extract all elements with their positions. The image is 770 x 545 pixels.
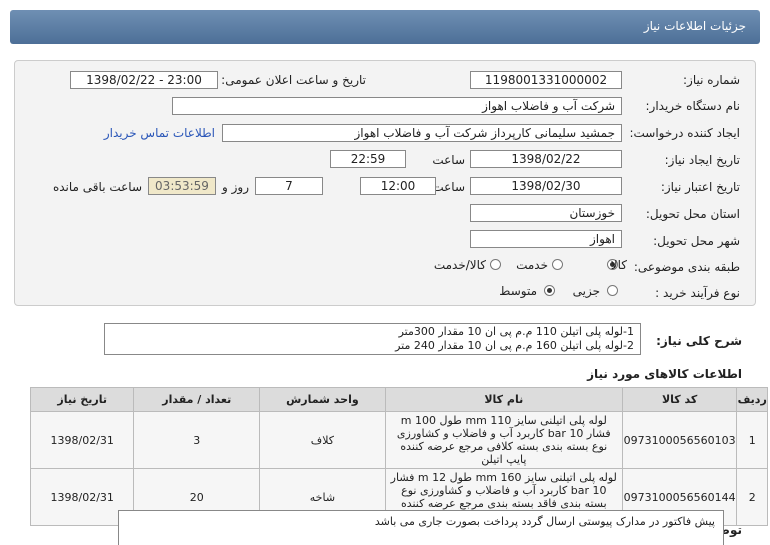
cell-date: 1398/02/31 bbox=[29, 411, 135, 469]
col-row: ردیف bbox=[736, 387, 768, 412]
col-date: تاریخ نیاز bbox=[29, 387, 135, 412]
cell-code: 0973100056560103 bbox=[621, 411, 738, 469]
need-number-field[interactable]: 1198001331000002 bbox=[470, 71, 622, 89]
category-service-radio[interactable] bbox=[552, 259, 563, 270]
announce-label: تاریخ و ساعت اعلان عمومی: bbox=[221, 73, 366, 87]
process-partial-radio[interactable] bbox=[607, 285, 618, 296]
province-field[interactable]: خوزستان bbox=[470, 204, 622, 222]
validity-date-label: تاریخ اعتبار نیاز: bbox=[660, 180, 740, 194]
days-label: روز و bbox=[222, 180, 249, 194]
created-date-field[interactable]: 1398/02/22 bbox=[470, 150, 622, 168]
requester-field[interactable]: جمشید سلیمانی کارپرداز شرکت آب و فاضلاب … bbox=[222, 124, 622, 142]
announce-field[interactable]: 1398/02/22 - 23:00 bbox=[70, 71, 218, 89]
requester-label: ایجاد کننده درخواست: bbox=[629, 126, 740, 140]
col-qty: تعداد / مقدار bbox=[133, 387, 261, 412]
city-label: شهر محل تحویل: bbox=[653, 234, 740, 248]
cell-unit: کلاف bbox=[259, 411, 386, 469]
goods-section-title: اطلاعات کالاهای مورد نیاز bbox=[587, 367, 742, 381]
category-goods-label: کالا bbox=[610, 258, 627, 272]
cell-name: لوله پلی اتیلنی سایز 110 mm طول 100 m فش… bbox=[384, 411, 623, 469]
created-time-field[interactable]: 22:59 bbox=[330, 150, 406, 168]
category-label: طبقه بندی موضوعی: bbox=[633, 260, 740, 274]
buyer-org-field[interactable]: شرکت آب و فاضلاب اهواز bbox=[172, 97, 622, 115]
process-medium-radio[interactable] bbox=[544, 285, 555, 296]
buyer-notes-text: پیش فاکتور در مدارک پیوستی ارسال گردد پر… bbox=[374, 515, 715, 528]
table-row[interactable]: 1 0973100056560103 لوله پلی اتیلنی سایز … bbox=[29, 411, 768, 469]
buyer-notes-field: پیش فاکتور در مدارک پیوستی ارسال گردد پر… bbox=[118, 510, 724, 545]
process-medium-label: متوسط bbox=[499, 284, 537, 298]
cell-qty: 3 bbox=[133, 411, 261, 469]
cell-row: 1 bbox=[736, 411, 768, 469]
col-code: کد کالا bbox=[621, 387, 738, 412]
category-service-label: خدمت bbox=[516, 258, 548, 272]
remaining-label: ساعت باقی مانده bbox=[52, 180, 142, 194]
province-label: استان محل تحویل: bbox=[645, 207, 740, 221]
buyer-contact-link[interactable]: اطلاعات تماس خریدار bbox=[104, 126, 215, 140]
summary-line: 2-لوله پلی اتیلن 160 م.م پی ان 10 مقدار … bbox=[395, 339, 634, 352]
table-header-row: ردیف کد کالا نام کالا واحد شمارش تعداد /… bbox=[29, 387, 768, 412]
category-goods-service-radio[interactable] bbox=[490, 259, 501, 270]
process-partial-label: جزیی bbox=[572, 284, 600, 298]
created-date-label: تاریخ ایجاد نیاز: bbox=[664, 153, 740, 167]
need-number-label: شماره نیاز: bbox=[683, 73, 740, 87]
col-unit: واحد شمارش bbox=[259, 387, 386, 412]
remaining-time-field: 03:53:59 bbox=[148, 177, 216, 195]
page-title: جزئیات اطلاعات نیاز bbox=[643, 19, 746, 33]
created-time-label: ساعت bbox=[432, 153, 465, 167]
validity-time-label: ساعت bbox=[432, 180, 465, 194]
summary-field: 1-لوله پلی اتیلن 110 م.م پی ان 10 مقدار … bbox=[104, 323, 641, 355]
page-header: جزئیات اطلاعات نیاز bbox=[10, 10, 760, 44]
cell-row: 2 bbox=[736, 468, 768, 526]
validity-days-field[interactable]: 7 bbox=[255, 177, 323, 195]
summary-label: شرح کلی نیاز: bbox=[656, 334, 742, 348]
city-field[interactable]: اهواز bbox=[470, 230, 622, 248]
goods-table: ردیف کد کالا نام کالا واحد شمارش تعداد /… bbox=[29, 387, 768, 526]
col-name: نام کالا bbox=[384, 387, 623, 412]
validity-time-field[interactable]: 12:00 bbox=[360, 177, 436, 195]
validity-date-field[interactable]: 1398/02/30 bbox=[470, 177, 622, 195]
process-label: نوع فرآیند خرید : bbox=[655, 286, 740, 300]
category-goods-service-label: کالا/خدمت bbox=[433, 258, 486, 272]
summary-line: 1-لوله پلی اتیلن 110 م.م پی ان 10 مقدار … bbox=[398, 325, 634, 338]
buyer-org-label: نام دستگاه خریدار: bbox=[645, 99, 741, 113]
